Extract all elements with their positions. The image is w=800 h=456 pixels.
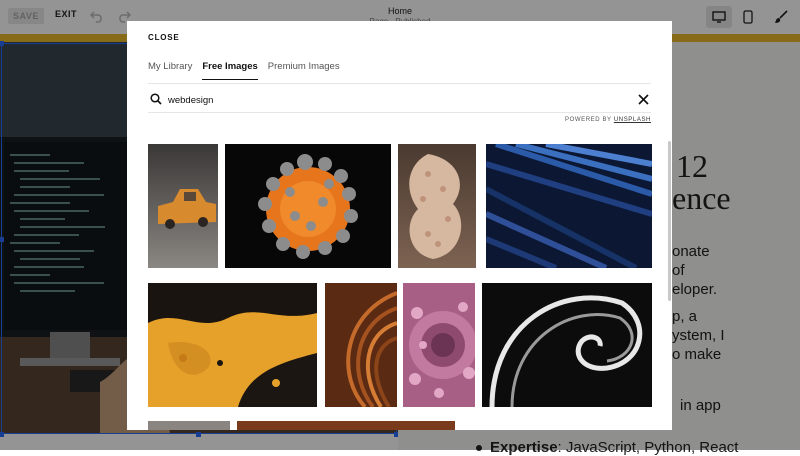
image-thumb-copper-curved-layers[interactable] bbox=[325, 283, 397, 407]
powered-by-label: POWERED BY bbox=[564, 117, 612, 123]
image-thumb-partial-1[interactable] bbox=[148, 421, 230, 430]
clear-search-icon[interactable] bbox=[638, 92, 649, 110]
image-thumb-orange-sphere-gray-balls[interactable] bbox=[225, 144, 391, 268]
tab-free-images[interactable]: Free Images bbox=[202, 61, 258, 80]
powered-by-unsplash: POWERED BY UNSPLASH bbox=[565, 117, 651, 123]
tabs-divider bbox=[148, 83, 651, 84]
image-thumb-blue-geometric-streaks[interactable] bbox=[486, 144, 652, 268]
image-thumb-white-fractal-spiral[interactable] bbox=[482, 283, 652, 407]
image-thumb-pink-lattice-tunnel[interactable] bbox=[403, 283, 475, 407]
image-thumb-beaded-spiral-sculpture[interactable] bbox=[398, 144, 476, 268]
search-bar bbox=[148, 88, 651, 113]
image-picker-modal: CLOSE My Library Free Images Premium Ima… bbox=[127, 21, 672, 430]
close-button[interactable]: CLOSE bbox=[148, 33, 180, 42]
image-thumb-partial-2[interactable] bbox=[237, 421, 455, 430]
search-icon bbox=[150, 92, 162, 110]
unsplash-link[interactable]: UNSPLASH bbox=[614, 117, 651, 123]
search-input[interactable] bbox=[168, 92, 608, 108]
tab-my-library[interactable]: My Library bbox=[148, 61, 192, 80]
image-thumb-yellow-black-abstract-waves[interactable] bbox=[148, 283, 317, 407]
image-thumb-orange-toy-truck[interactable] bbox=[148, 144, 218, 268]
tab-premium-images[interactable]: Premium Images bbox=[268, 61, 340, 80]
source-tabs: My Library Free Images Premium Images bbox=[148, 61, 340, 80]
modal-scrollbar[interactable] bbox=[668, 141, 671, 301]
